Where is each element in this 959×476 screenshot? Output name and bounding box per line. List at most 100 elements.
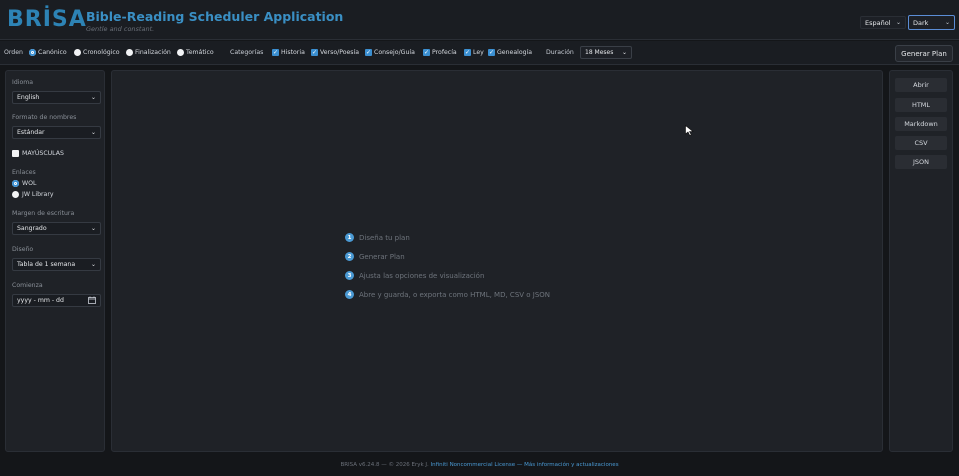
margin-value: Sangrado [17,225,47,232]
order-option-label: Temático [186,49,214,56]
chevron-down-icon: ⌄ [944,19,950,26]
export-json-button[interactable]: JSON [895,155,947,169]
category-ley[interactable]: ✓ Ley [464,49,484,56]
chevron-down-icon: ⌄ [90,129,96,136]
start-label: Comienza [12,282,43,289]
export-html-button[interactable]: HTML [895,98,947,112]
more-info-link[interactable]: Más información y actualizaciones [524,462,618,468]
design-select[interactable]: Tabla de 1 semana ⌄ [12,258,101,271]
category-label: Historia [281,49,305,56]
margin-label: Margen de escritura [12,210,75,217]
step-number-badge: 1 [345,233,354,242]
chevron-down-icon: ⌄ [895,19,901,26]
name-format-select[interactable]: Estándar ⌄ [12,126,101,139]
license-link[interactable]: Infiniti Noncommercial License [431,462,516,468]
category-genealogia[interactable]: ✓ Genealogía [488,49,532,56]
category-label: Genealogía [497,49,533,56]
generate-plan-button[interactable]: Generar Plan [895,45,953,62]
categories-label: Categorías [230,49,264,56]
plan-output-area: 1 Diseña tu plan 2 Generar Plan 3 Ajusta… [111,70,883,452]
duration-select[interactable]: 18 Meses ⌄ [580,46,632,59]
category-verso-poesia[interactable]: ✓ Verso/Poesía [311,49,359,56]
order-option-tematico[interactable]: Temático [177,49,214,56]
category-profecia[interactable]: ✓ Profecía [423,49,457,56]
order-option-finalizacion[interactable]: Finalización [126,49,171,56]
instruction-step: 4 Abre y guarda, o exporta como HTML, MD… [345,285,550,304]
toolbar: Orden Canónico Cronológico Finalización … [0,41,959,65]
step-text: Ajusta las opciones de visualización [359,271,485,280]
language-label: Idioma [12,79,34,86]
chevron-down-icon: ⌄ [621,49,627,56]
checkbox-checked-icon: ✓ [272,49,279,56]
step-number-badge: 4 [345,290,354,299]
header: BRİSA Bible-Reading Scheduler Applicatio… [0,0,959,40]
radio-icon [177,49,184,56]
ui-language-select[interactable]: Español ⌄ [860,16,906,29]
order-option-cronologico[interactable]: Cronológico [74,49,120,56]
links-option-wol[interactable]: WOL [12,180,36,187]
design-label: Diseño [12,246,34,253]
open-button[interactable]: Abrir [895,78,947,92]
order-group: Orden [4,49,23,56]
step-number-badge: 3 [345,271,354,280]
actions-panel: Abrir HTML Markdown CSV JSON [889,70,953,452]
chevron-down-icon: ⌄ [90,94,96,101]
category-label: Profecía [432,49,457,56]
step-text: Diseña tu plan [359,233,410,242]
duration-value: 18 Meses [585,49,614,56]
uppercase-label: MAYÚSCULAS [22,150,64,157]
links-option-jw-library[interactable]: JW Library [12,191,54,198]
app-subtitle: Gentle and constant. [86,25,155,33]
step-number-badge: 2 [345,252,354,261]
instruction-step: 2 Generar Plan [345,247,550,266]
links-option-label: JW Library [22,191,54,198]
footer-separator: — [516,462,523,468]
radio-icon [126,49,133,56]
instructions-list: 1 Diseña tu plan 2 Generar Plan 3 Ajusta… [345,228,550,304]
calendar-icon[interactable] [88,296,96,306]
checkbox-checked-icon: ✓ [488,49,495,56]
checkbox-checked-icon: ✓ [423,49,430,56]
order-label: Orden [4,49,23,56]
instruction-step: 1 Diseña tu plan [345,228,550,247]
checkbox-checked-icon: ✓ [311,49,318,56]
mouse-cursor-icon [685,121,694,140]
margin-select[interactable]: Sangrado ⌄ [12,222,101,235]
checkbox-checked-icon: ✓ [464,49,471,56]
export-markdown-button[interactable]: Markdown [895,117,947,131]
design-value: Tabla de 1 semana [17,261,76,268]
app-title: Bible-Reading Scheduler Application [86,9,344,24]
brisa-logo: BRİSA [7,7,87,32]
checkbox-checked-icon: ✓ [365,49,372,56]
category-consejo-guia[interactable]: ✓ Consejo/Guía [365,49,415,56]
links-option-label: WOL [22,180,37,187]
category-label: Verso/Poesía [320,49,360,56]
footer-copyright: BRISA v6.24.8 — © 2026 Eryk J. [340,462,429,468]
radio-icon [12,191,19,198]
theme-value: Dark [913,18,929,27]
language-select[interactable]: English ⌄ [12,91,101,104]
step-text: Abre y guarda, o exporta como HTML, MD, … [359,290,551,299]
order-option-label: Canónico [38,49,67,56]
category-historia[interactable]: ✓ Historia [272,49,305,56]
category-label: Ley [473,49,484,56]
export-csv-button[interactable]: CSV [895,136,947,150]
start-date-input[interactable]: yyyy - mm - dd [12,294,101,307]
theme-select[interactable]: Dark ⌄ [908,15,955,30]
category-label: Consejo/Guía [374,49,415,56]
step-text: Generar Plan [359,252,405,261]
language-value: English [17,94,40,101]
duration-label: Duración [546,49,574,56]
radio-selected-icon [12,180,19,187]
chevron-down-icon: ⌄ [90,261,96,268]
name-format-label: Formato de nombres [12,114,77,121]
radio-selected-icon [29,49,36,56]
ui-language-value: Español [865,18,891,27]
uppercase-checkbox[interactable]: MAYÚSCULAS [12,150,64,157]
checkbox-icon [12,150,19,157]
footer: BRISA v6.24.8 — © 2026 Eryk J. Infiniti … [0,462,959,468]
chevron-down-icon: ⌄ [90,225,96,232]
radio-icon [74,49,81,56]
name-format-value: Estándar [17,129,45,136]
order-option-canonico[interactable]: Canónico [29,49,67,56]
